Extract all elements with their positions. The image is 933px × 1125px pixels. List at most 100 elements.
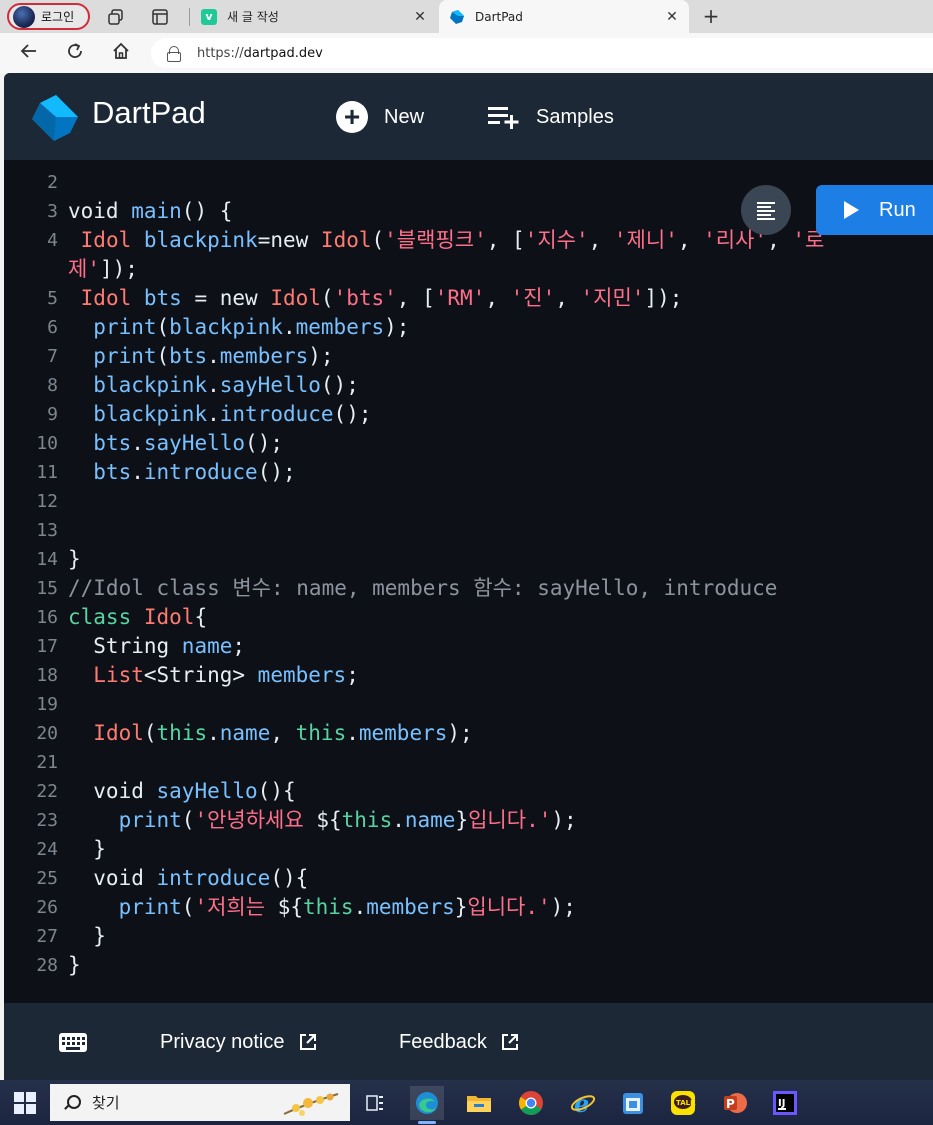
chrome-icon[interactable]: [514, 1086, 548, 1120]
code-line[interactable]: 22 void sayHello(){: [4, 777, 933, 806]
privacy-label: Privacy notice: [160, 1030, 285, 1053]
tab-title: 새 글 작성: [227, 10, 279, 24]
line-number: 15: [36, 578, 58, 599]
calendar-app-icon[interactable]: [616, 1086, 650, 1120]
code-line[interactable]: 18 List<String> members;: [4, 661, 933, 690]
feedback-label: Feedback: [399, 1030, 487, 1053]
task-view-icon[interactable]: [358, 1086, 392, 1120]
line-number: 10: [36, 433, 58, 454]
code-line[interactable]: 4 Idol blackpink=new Idol('블랙핑크', ['지수',…: [4, 226, 933, 255]
code-line[interactable]: 3 void main() {: [4, 197, 933, 226]
code-line[interactable]: 8 blackpink.sayHello();: [4, 371, 933, 400]
code-line[interactable]: 25 void introduce(){: [4, 864, 933, 893]
line-number: 16: [36, 607, 58, 628]
code-line[interactable]: 21: [4, 748, 933, 777]
code-line[interactable]: 16 class Idol{: [4, 603, 933, 632]
code-editor[interactable]: 2 3 void main() {4 Idol blackpink=new Idol…: [4, 160, 933, 1003]
code-text: Idol(this.name, this.members);: [93, 721, 473, 745]
close-icon[interactable]: ✕: [409, 9, 431, 25]
code-line[interactable]: 9 blackpink.introduce();: [4, 400, 933, 429]
playlist-add-icon: [488, 107, 519, 129]
edge-icon[interactable]: [410, 1086, 444, 1124]
code-text: blackpink.sayHello();: [93, 373, 359, 397]
line-number: 17: [36, 636, 58, 657]
run-label: Run: [879, 198, 916, 221]
new-button[interactable]: + New: [336, 99, 424, 135]
code-text: print('안녕하세요 ${this.name}입니다.');: [118, 808, 577, 832]
new-tab-button[interactable]: +: [700, 4, 722, 28]
tab-velog[interactable]: v 새 글 작성 ✕: [193, 0, 437, 33]
code-line[interactable]: 2: [4, 168, 933, 197]
app-title: DartPad: [92, 95, 206, 130]
lock-icon[interactable]: [167, 46, 181, 62]
code-line[interactable]: 14}: [4, 545, 933, 574]
velog-icon: v: [201, 8, 217, 25]
code-text: Idol blackpink=new Idol('블랙핑크', ['지수', '…: [80, 228, 825, 252]
taskbar-search[interactable]: 찾기: [50, 1084, 350, 1121]
code-line[interactable]: 17 String name;: [4, 632, 933, 661]
code-text: void sayHello(){: [68, 779, 296, 803]
intellij-icon[interactable]: IJ: [768, 1086, 802, 1120]
file-explorer-icon[interactable]: [462, 1086, 496, 1120]
workspaces-icon[interactable]: [107, 8, 125, 26]
home-icon[interactable]: [108, 41, 134, 67]
code-line[interactable]: 6 print(blackpink.members);: [4, 313, 933, 342]
code-line[interactable]: 15 //Idol class 변수: name, members 함수: say…: [4, 574, 933, 603]
code-line[interactable]: 11 bts.introduce();: [4, 458, 933, 487]
app-header: DartPad + New Samples: [4, 73, 933, 160]
refresh-icon[interactable]: [62, 41, 88, 67]
url-text: https://dartpad.dev: [197, 45, 323, 61]
feedback-link[interactable]: Feedback: [399, 1027, 519, 1057]
format-button[interactable]: [741, 185, 791, 235]
code-line[interactable]: 28}: [4, 951, 933, 980]
line-number: 28: [36, 955, 58, 976]
run-button[interactable]: Run: [816, 185, 933, 235]
code-text: //Idol class 변수: name, members 함수: sayHe…: [68, 576, 778, 600]
internet-explorer-icon[interactable]: e: [566, 1086, 600, 1120]
code-line[interactable]: 26 print('저희는 ${this.members}입니다.');: [4, 893, 933, 922]
back-arrow-icon[interactable]: [16, 41, 42, 67]
line-number: 27: [36, 926, 58, 947]
svg-text:IJ: IJ: [778, 1098, 785, 1109]
code-line[interactable]: 12: [4, 487, 933, 516]
code-line[interactable]: 5 Idol bts = new Idol('bts', ['RM', '진',…: [4, 284, 933, 313]
keyboard-icon[interactable]: [59, 1033, 87, 1052]
code-text: blackpink.introduce();: [93, 402, 372, 426]
code-text: bts.introduce();: [93, 460, 296, 484]
code-line[interactable]: 20 Idol(this.name, this.members);: [4, 719, 933, 748]
code-text: }: [68, 547, 81, 571]
line-number: 4: [47, 230, 58, 251]
code-text: String name;: [68, 634, 246, 658]
tab-actions-icon[interactable]: [151, 8, 169, 26]
code-text: Idol bts = new Idol('bts', ['RM', '진', '…: [80, 286, 683, 310]
code-line[interactable]: 19: [4, 690, 933, 719]
dart-logo-icon: [32, 95, 78, 141]
code-line[interactable]: 27 }: [4, 922, 933, 951]
browser-tab-strip: 로그인 v 새 글 작성 ✕ DartPad ✕ +: [0, 0, 933, 33]
line-number: 23: [36, 810, 58, 831]
code-line[interactable]: 제']);: [4, 255, 933, 284]
tab-dartpad[interactable]: DartPad ✕: [439, 0, 689, 33]
privacy-notice-link[interactable]: Privacy notice: [160, 1027, 317, 1057]
code-line[interactable]: 23 print('안녕하세요 ${this.name}입니다.');: [4, 806, 933, 835]
profile-label: 로그인: [41, 10, 75, 24]
code-line[interactable]: 7 print(bts.members);: [4, 342, 933, 371]
windows-start-icon[interactable]: [14, 1092, 36, 1114]
samples-button[interactable]: Samples: [488, 99, 614, 135]
browser-toolbar: https://dartpad.dev: [0, 33, 933, 73]
line-number: 9: [47, 404, 58, 425]
tab-title: DartPad: [475, 9, 523, 24]
code-line[interactable]: 13: [4, 516, 933, 545]
code-text: print('저희는 ${this.members}입니다.');: [118, 895, 576, 919]
close-icon[interactable]: ✕: [661, 9, 683, 25]
line-number: 21: [36, 752, 58, 773]
svg-text:TALK: TALK: [676, 1099, 696, 1107]
code-text: void main() {: [68, 199, 233, 223]
powerpoint-icon[interactable]: P: [718, 1086, 752, 1120]
address-bar[interactable]: https://dartpad.dev: [151, 38, 933, 68]
line-number: 26: [36, 897, 58, 918]
kakaotalk-icon[interactable]: TALK: [666, 1086, 700, 1120]
profile-button[interactable]: 로그인: [7, 3, 90, 30]
code-line[interactable]: 10 bts.sayHello();: [4, 429, 933, 458]
code-line[interactable]: 24 }: [4, 835, 933, 864]
